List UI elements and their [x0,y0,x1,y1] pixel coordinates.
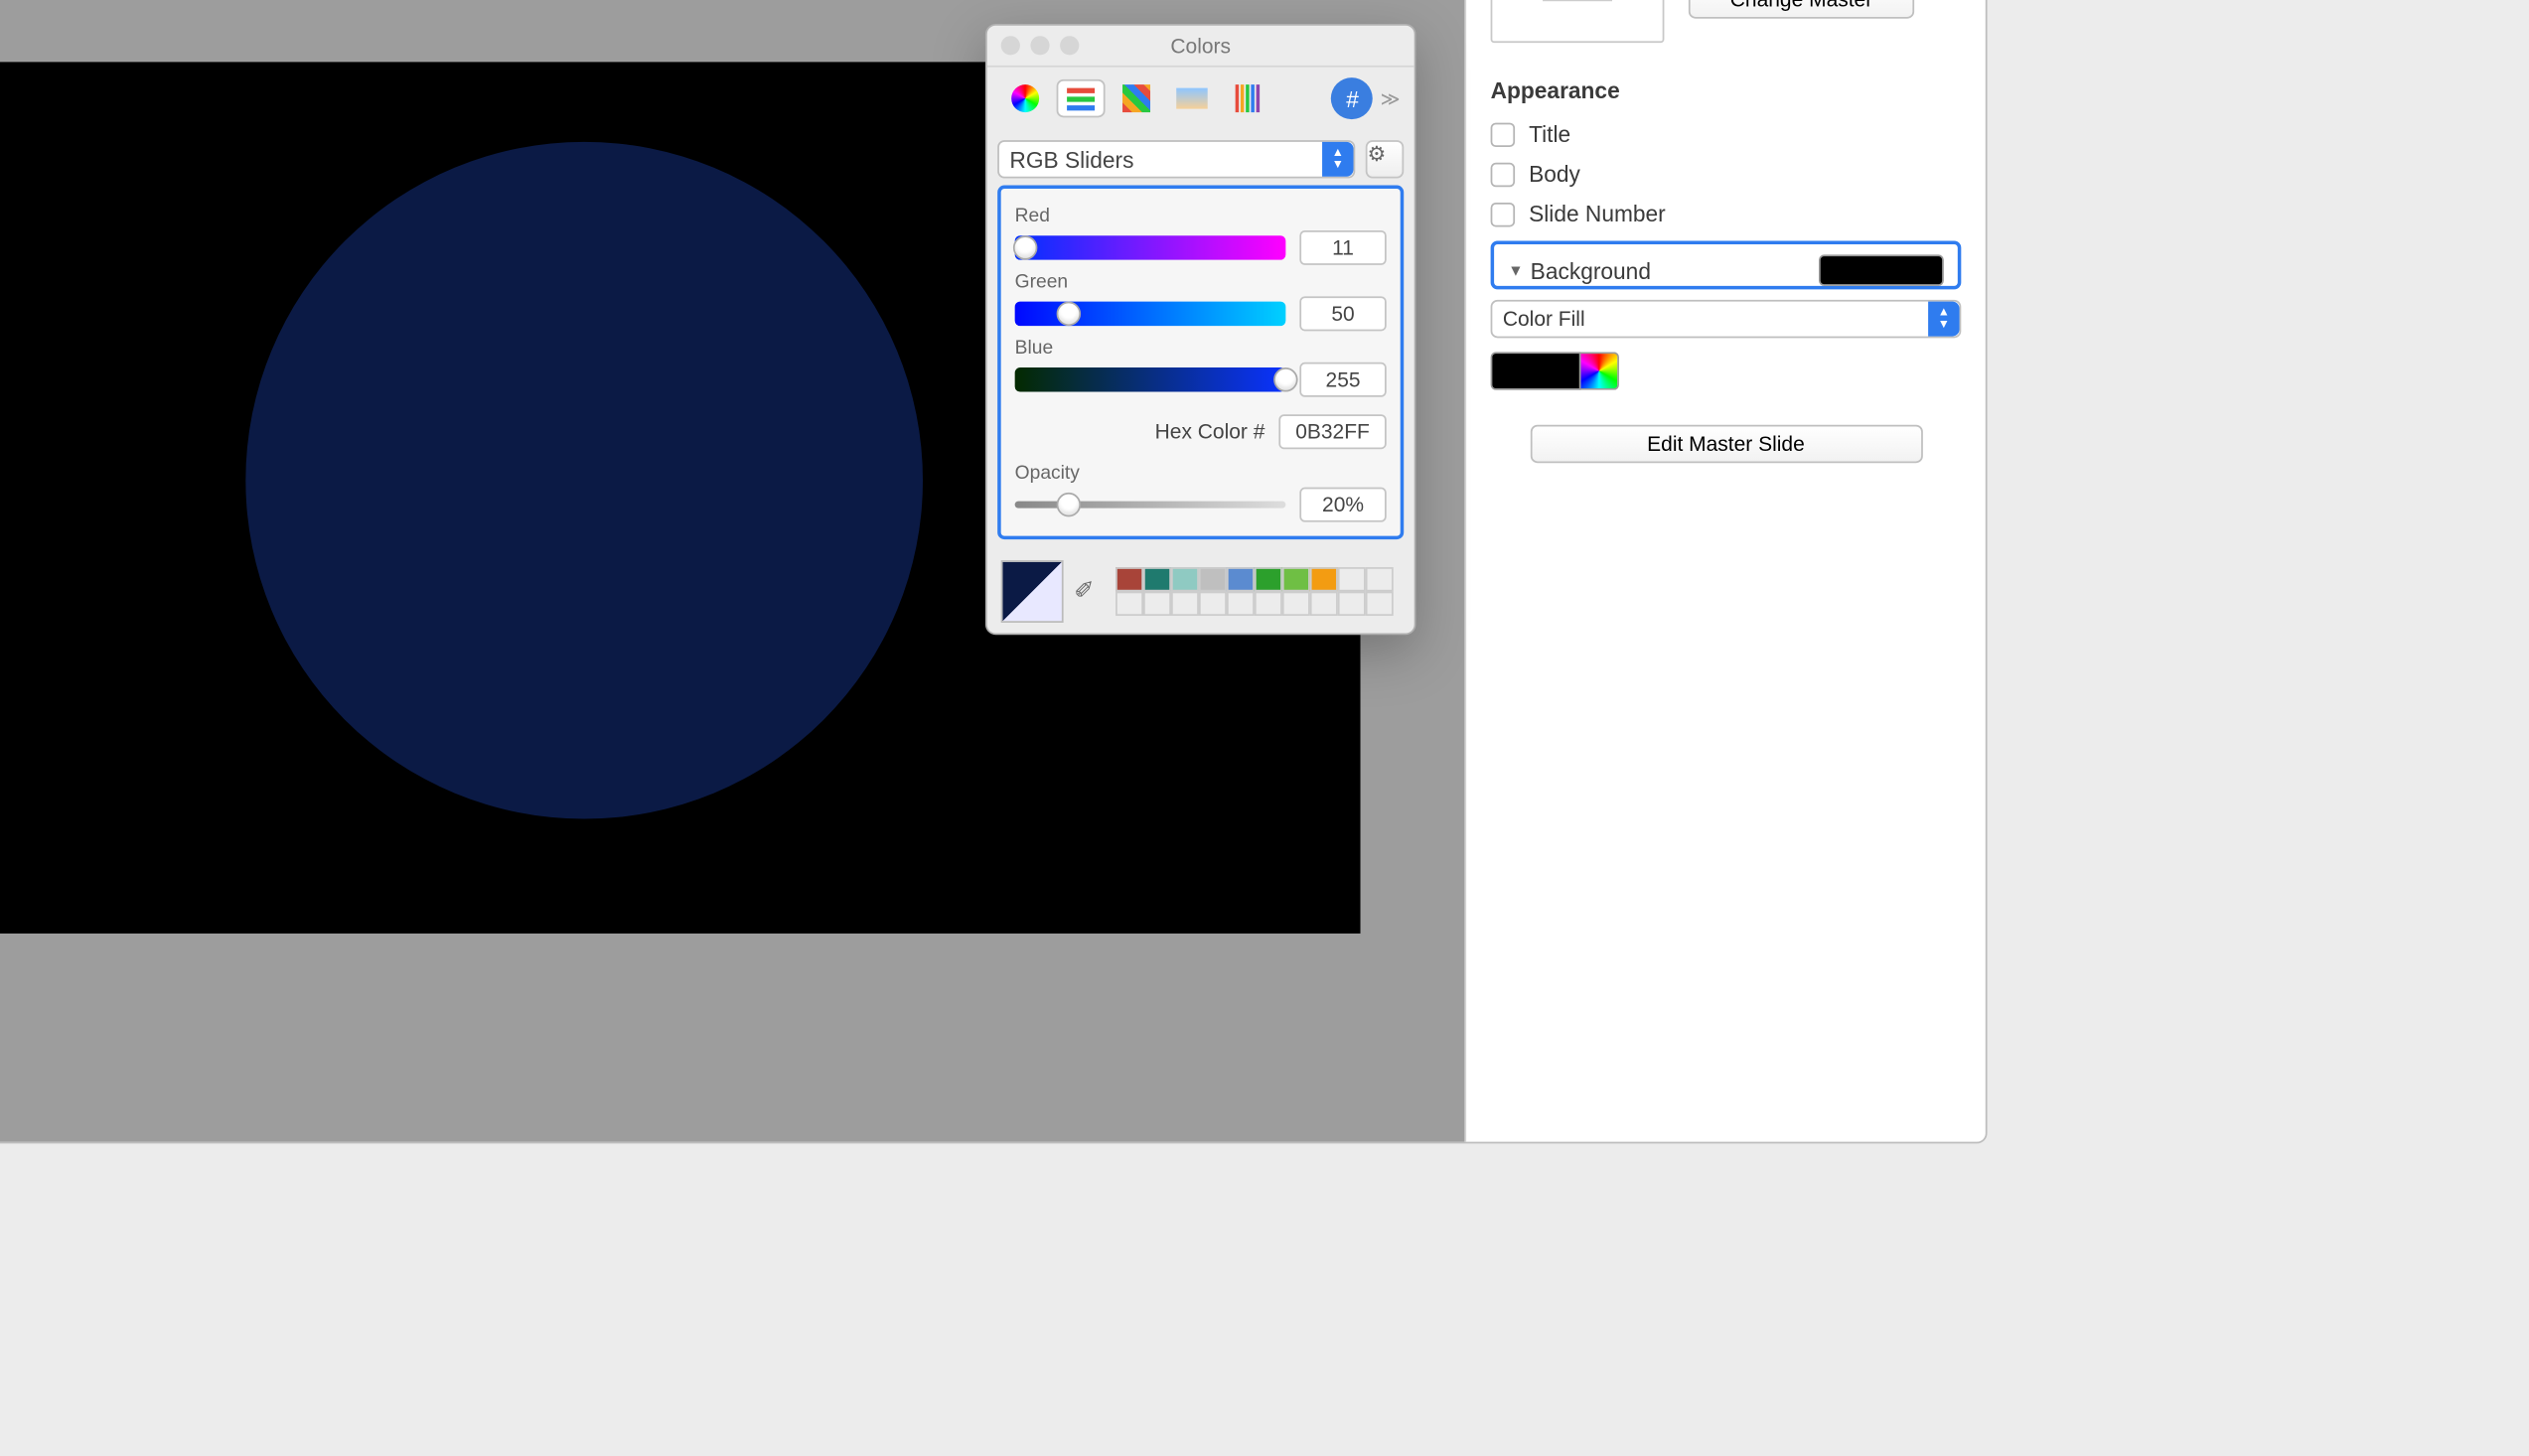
sliders-icon [1067,87,1095,110]
panel-minimize-icon[interactable] [1030,36,1049,55]
hex-color-tab[interactable]: # [1332,77,1374,119]
colors-panel-titlebar[interactable]: Colors [987,26,1414,68]
select-arrows-icon: ▲▼ [1322,142,1353,177]
color-pencils-tab[interactable] [1223,79,1271,117]
body-checkbox-row[interactable]: Body [1491,161,1962,187]
color-model-select[interactable]: RGB Sliders ▲▼ [997,140,1355,178]
slider-knob[interactable] [1057,493,1081,516]
slider-knob[interactable] [1273,367,1297,391]
green-label: Green [1015,272,1387,293]
background-color-swatch[interactable] [1819,254,1944,285]
opacity-value-input[interactable]: 20% [1299,488,1386,522]
colors-panel-title: Colors [1170,34,1231,58]
color-palettes-tab[interactable] [1113,79,1161,117]
slider-knob[interactable] [1013,235,1037,259]
checkbox-icon[interactable] [1491,202,1515,225]
green-slider[interactable] [1015,302,1286,326]
color-wheel-button[interactable] [1581,352,1619,389]
edit-master-label: Edit Master Slide [1647,432,1805,456]
change-master-label: Change Master [1730,0,1872,12]
red-value-input[interactable]: 11 [1299,230,1386,265]
checkbox-icon[interactable] [1491,162,1515,186]
green-value-input[interactable]: 50 [1299,296,1386,331]
hex-value-input[interactable]: 0B32FF [1278,414,1386,449]
disclosure-triangle-icon[interactable]: ▼ [1508,261,1524,278]
saved-swatches[interactable] [1116,567,1394,616]
app-window: PPT-2 案例.key — Edited ⌄ ▭▾ View 41%▾ Zoo… [0,0,1988,1143]
circle-shape[interactable] [245,142,923,819]
more-icon[interactable]: ≫ [1381,87,1401,110]
red-label: Red [1015,206,1387,226]
title-checkbox-label: Title [1529,121,1570,147]
fill-type-value: Color Fill [1503,307,1585,331]
opacity-slider[interactable] [1015,502,1286,509]
current-color-swatch[interactable] [1001,560,1064,623]
color-sliders-tab[interactable] [1057,79,1106,117]
image-icon [1176,88,1207,109]
fill-color-swatch[interactable] [1491,352,1581,389]
red-slider[interactable] [1015,235,1286,259]
main-area: 1 2 3 4 5 6 7 9 8 [0,0,1986,1142]
color-swatch-bar: ✐ [987,550,1414,634]
background-section: ▼ Background [1491,240,1962,289]
blue-label: Blue [1015,338,1387,359]
color-wheel-tab[interactable] [1001,79,1050,117]
panel-zoom-icon[interactable] [1060,36,1079,55]
color-image-tab[interactable] [1167,79,1216,117]
edit-master-slide-button[interactable]: Edit Master Slide [1530,425,1922,463]
rgb-sliders-section: Red 11 Green 50 Blue [997,186,1404,540]
eyedropper-button[interactable]: ✐ [1074,576,1105,607]
master-thumbnail[interactable]: Lorem Ipsum Dolor [1491,0,1665,43]
eyedropper-icon: ✐ [1074,576,1095,604]
format-inspector: Slide Layout Lorem Ipsum Dolor Title & S… [1464,0,1985,1142]
hex-label: Hex Color # [1155,419,1265,443]
title-checkbox-row[interactable]: Title [1491,121,1962,147]
slide-number-checkbox-label: Slide Number [1529,201,1666,226]
color-mode-tabs: # ≫ [987,68,1414,130]
background-heading: Background [1531,257,1651,283]
opacity-label: Opacity [1015,463,1387,484]
slider-knob[interactable] [1057,302,1081,326]
blue-slider[interactable] [1015,367,1286,391]
panel-close-icon[interactable] [1001,36,1020,55]
blue-value-input[interactable]: 255 [1299,363,1386,397]
wheel-icon [1011,84,1039,112]
checkbox-icon[interactable] [1491,122,1515,146]
slide-canvas-area[interactable]: Colors # ≫ RGB Sliders ▲▼ [0,0,1464,1142]
gear-icon: ⚙ [1368,142,1387,166]
color-settings-button[interactable]: ⚙ [1366,140,1404,178]
palette-icon [1122,84,1150,112]
color-model-value: RGB Sliders [1009,146,1133,172]
fill-type-select[interactable]: Color Fill ▲▼ [1491,300,1962,338]
select-arrows-icon: ▲▼ [1928,302,1959,337]
body-checkbox-label: Body [1529,161,1580,187]
appearance-heading: Appearance [1491,77,1962,103]
change-master-button[interactable]: Change Master [1689,0,1914,19]
slide-number-checkbox-row[interactable]: Slide Number [1491,201,1962,226]
colors-panel[interactable]: Colors # ≫ RGB Sliders ▲▼ [985,24,1416,635]
pencils-icon [1236,84,1260,112]
